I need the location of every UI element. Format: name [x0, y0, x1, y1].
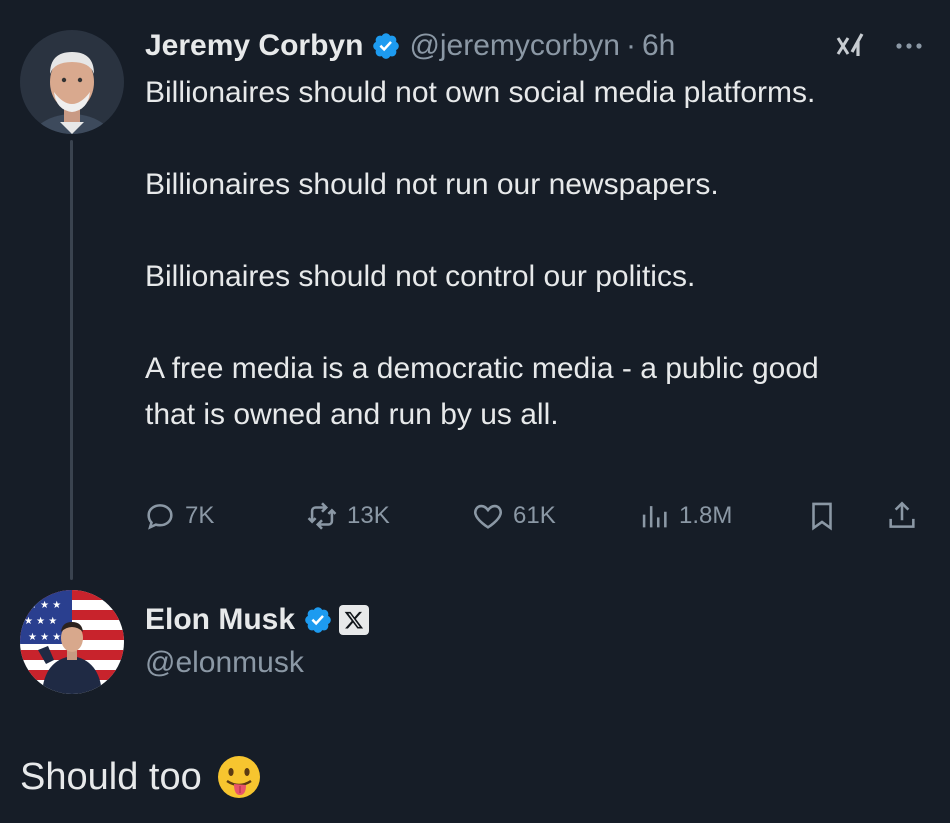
- analytics-icon: [642, 506, 667, 528]
- grok-icon[interactable]: [832, 30, 868, 62]
- author-name[interactable]: Jeremy Corbyn: [145, 29, 363, 63]
- tweet-body: Billionaires should not own social media…: [145, 70, 865, 438]
- separator-dot: ·: [625, 29, 636, 62]
- reply-author-handle[interactable]: @elonmusk: [145, 646, 304, 680]
- repost-icon: [307, 502, 337, 530]
- tweet-line: A free media is a democratic media - a p…: [145, 352, 819, 431]
- tweet-line: Billionaires should not run our newspape…: [145, 168, 719, 201]
- reply-body: Should too: [20, 754, 262, 800]
- svg-text:★ ★ ★: ★ ★ ★: [24, 616, 57, 627]
- tweet-line: Billionaires should not control our poli…: [145, 260, 696, 293]
- view-count: 1.8M: [679, 502, 733, 529]
- author-handle[interactable]: @jeremycorbyn: [409, 29, 620, 63]
- verified-badge-icon: [373, 33, 400, 59]
- jeremy-corbyn-avatar[interactable]: [20, 30, 124, 134]
- elon-musk-avatar[interactable]: ★ ★ ★ ★ ★ ★ ★ ★ ★: [20, 590, 124, 694]
- reply-icon: [147, 504, 173, 530]
- tweet-actions-bar: 7K 13K 61K 1.8M: [143, 496, 933, 536]
- bookmark-button[interactable]: [805, 496, 847, 536]
- repost-button[interactable]: 13K: [305, 496, 390, 536]
- tweet-line: Billionaires should not own social media…: [145, 76, 816, 109]
- views-button[interactable]: 1.8M: [637, 496, 732, 536]
- reply-text: Should too: [20, 755, 202, 798]
- tweet-header: Jeremy Corbyn @jeremycorbyn · 6h: [145, 26, 675, 66]
- share-icon: [889, 501, 915, 528]
- tongue-out-emoji-icon: [217, 756, 260, 798]
- tweet-time[interactable]: 6h: [642, 29, 675, 63]
- reply-header: Elon Musk: [145, 600, 370, 640]
- svg-text:★ ★ ★: ★ ★ ★: [28, 600, 61, 611]
- verified-badge-icon: [305, 607, 331, 633]
- bookmark-icon: [812, 502, 832, 531]
- repost-count: 13K: [347, 502, 390, 529]
- heart-icon: [474, 504, 502, 529]
- reply-button[interactable]: 7K: [143, 496, 214, 536]
- share-button[interactable]: [885, 496, 927, 536]
- like-count: 61K: [513, 502, 556, 529]
- svg-text:★ ★ ★: ★ ★ ★: [28, 632, 61, 643]
- reply-count: 7K: [185, 502, 215, 529]
- like-button[interactable]: 61K: [471, 496, 556, 536]
- more-options-icon[interactable]: [892, 31, 926, 61]
- x-affiliation-badge-icon: [339, 605, 370, 635]
- reply-author-name[interactable]: Elon Musk: [145, 603, 295, 637]
- thread-connector-line: [70, 140, 73, 580]
